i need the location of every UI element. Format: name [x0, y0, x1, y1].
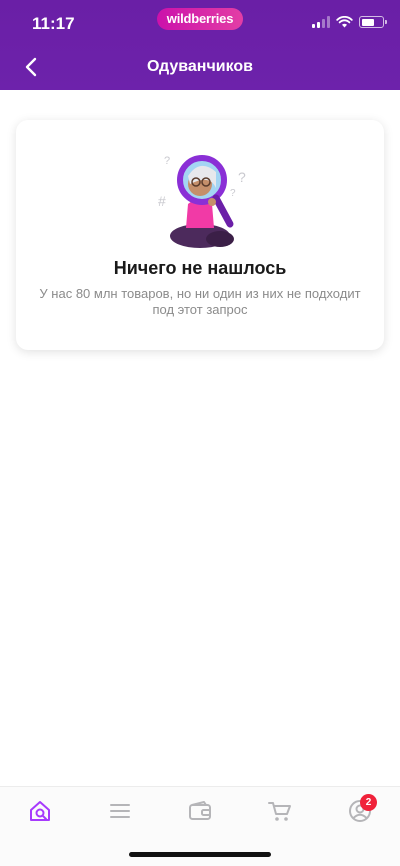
empty-state-title: Ничего не нашлось — [113, 258, 287, 278]
empty-state-card: # ? ? ? Ничего не нашлось У нас 80 млн т… — [16, 120, 384, 350]
home-search-icon — [30, 801, 50, 821]
tab-wallet[interactable] — [180, 797, 220, 825]
empty-state-description: У нас 80 млн товаров, но ни один из них … — [39, 286, 361, 317]
nav-bar: Одуванчиков — [0, 44, 400, 90]
wildberries-logo: wildberries — [157, 8, 243, 30]
tab-cart[interactable] — [260, 797, 300, 825]
wallet-icon — [189, 801, 211, 820]
status-icons — [312, 14, 387, 30]
svg-text:?: ? — [164, 155, 170, 167]
page-title: Одуванчиков — [146, 58, 253, 75]
profile-notification-badge: 2 — [360, 794, 377, 811]
woman-with-magnifier-illustration: # ? ? ? — [158, 155, 246, 248]
status-bar: 11:17 wildberries — [0, 0, 400, 44]
svg-text:#: # — [158, 193, 166, 209]
svg-text:?: ? — [238, 169, 246, 185]
cart-icon — [268, 802, 291, 821]
tab-home[interactable] — [20, 797, 60, 825]
cellular-signal-icon — [312, 16, 330, 28]
wifi-icon — [336, 16, 353, 28]
battery-icon — [359, 16, 387, 28]
svg-text:?: ? — [230, 188, 236, 199]
app-header: 11:17 wildberries Одуванчиков — [0, 0, 400, 90]
home-indicator — [129, 852, 271, 857]
menu-icon — [110, 804, 130, 818]
status-time: 11:17 — [32, 14, 75, 33]
tab-catalog[interactable] — [100, 797, 140, 825]
